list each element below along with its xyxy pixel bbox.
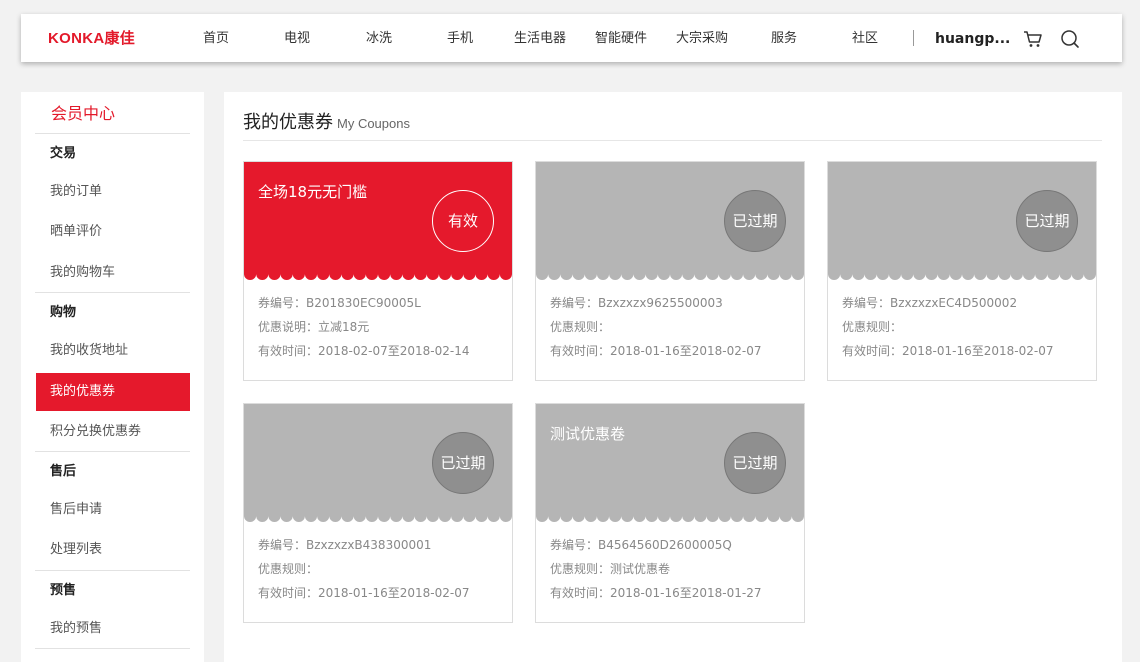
coupon-status-badge: 已过期 [724,432,786,494]
sidebar-item-points-exchange[interactable]: 积分兑换优惠券 [50,423,141,441]
coupon-period: 有效时间：2018-01-16至2018-02-07 [842,344,1054,358]
member-sidebar: 会员中心 交易 我的订单 晒单评价 我的购物车 购物 我的收货地址 我的优惠券 … [21,92,204,662]
nav-home-appliances[interactable]: 生活电器 [514,30,566,48]
sidebar-item-address[interactable]: 我的收货地址 [50,342,128,360]
coupon-header: 测试优惠卷 已过期 [536,404,804,522]
coupon-desc: 优惠规则： [842,320,903,334]
top-header: KONKA康佳 首页 电视 冰洗 手机 生活电器 智能硬件 大宗采购 服务 社区… [21,14,1122,62]
coupon-card[interactable]: 已过期券编号：BzxzxzxEC4D500002 优惠规则： 有效时间：2018-0… [827,161,1097,381]
sidebar-item-cart[interactable]: 我的购物车 [50,264,115,282]
coupon-period: 有效时间：2018-01-16至2018-02-07 [258,586,470,600]
coupon-header: 已过期 [536,162,804,280]
coupon-card[interactable]: 已过期券编号：Bzxzxzx9625500003 优惠规则： 有效时间：2018-0… [535,161,805,381]
divider [35,451,190,452]
sidebar-item-my-coupons[interactable]: 我的优惠券 [36,373,190,411]
coupon-header: 已过期 [828,162,1096,280]
sidebar-item-after-sales-apply[interactable]: 售后申请 [50,501,102,519]
coupon-status-badge: 已过期 [432,432,494,494]
nav-smart-hardware[interactable]: 智能硬件 [595,30,647,48]
coupon-desc: 优惠规则：测试优惠卷 [550,562,671,576]
nav-home[interactable]: 首页 [203,30,229,48]
group-presale: 预售 [50,583,77,598]
coupon-name: 全场18元无门槛 [258,183,368,201]
coupon-card[interactable]: 全场18元无门槛 有效 券编号：B201830EC90005L 优惠说明：立减18元有… [243,161,513,381]
coupon-status-badge: 已过期 [1016,190,1078,252]
nav-divider [913,30,914,46]
coupon-header: 已过期 [244,404,512,522]
coupon-code: 券编号：BzxzxzxEC4D500002 [842,296,1018,310]
sidebar-item-my-presale[interactable]: 我的预售 [50,620,102,638]
divider [35,648,190,649]
coupon-status-badge: 有效 [432,190,494,252]
nav-phone[interactable]: 手机 [447,30,473,48]
nav-fridge-washer[interactable]: 冰洗 [366,30,392,48]
sidebar-item-my-orders[interactable]: 我的订单 [50,183,102,201]
nav-bulk-purchase[interactable]: 大宗采购 [676,30,728,48]
title-divider [243,140,1102,141]
member-center-title[interactable]: 会员中心 [51,102,115,126]
group-trade: 交易 [50,146,77,161]
coupon-code: 券编号：B201830EC90005L [258,296,421,310]
group-after-sales: 售后 [50,464,77,479]
konka-logo[interactable]: KONKA康佳 [48,31,135,47]
nav-community[interactable]: 社区 [852,30,878,48]
coupons-panel: 我的优惠券 My Coupons 全场18元无门槛 有效券编号：B201830EC9… [224,92,1122,662]
coupon-code: 券编号：Bzxzxzx9625500003 [550,296,723,310]
divider [35,133,190,134]
coupon-period: 有效时间：2018-02-07至2018-02-14 [258,344,470,358]
divider [35,570,190,571]
nav-tv[interactable]: 电视 [284,30,310,48]
coupon-period: 有效时间：2018-01-16至2018-01-27 [550,586,762,600]
coupon-card[interactable]: 已过期券编号：BzxzxzxB438300001 优惠规则： 有效时间：2018-0… [243,403,513,623]
username-link[interactable]: huangp... [935,29,1010,49]
coupon-name: 测试优惠卷 [550,425,626,443]
coupon-period: 有效时间：2018-01-16至2018-02-07 [550,344,762,358]
coupon-desc: 优惠规则： [550,320,611,334]
coupon-code: 券编号：BzxzxzxB438300001 [258,538,432,552]
divider [35,292,190,293]
cart-icon[interactable] [1022,29,1044,49]
nav-service[interactable]: 服务 [771,30,797,48]
page-title: 我的优惠券 My Coupons [243,111,410,136]
page-title-cn: 我的优惠券 [243,112,333,133]
coupon-code: 券编号：B4564560D2600005Q [550,538,732,552]
sidebar-item-process-list[interactable]: 处理列表 [50,541,102,559]
coupon-status-badge: 已过期 [724,190,786,252]
coupon-desc: 优惠规则： [258,562,319,576]
sidebar-item-reviews[interactable]: 晒单评价 [50,223,102,241]
coupon-header: 全场18元无门槛 有效 [244,162,512,280]
group-shopping: 购物 [50,305,77,320]
coupon-desc: 优惠说明：立减18元 [258,320,370,334]
sidebar-item-label: 我的优惠券 [50,384,116,399]
coupon-card[interactable]: 测试优惠卷 已过期券编号：B4564560D2600005Q 优惠规则：测试优惠卷有… [535,403,805,623]
page-title-en: My Coupons [337,116,410,131]
search-icon[interactable] [1059,29,1081,49]
